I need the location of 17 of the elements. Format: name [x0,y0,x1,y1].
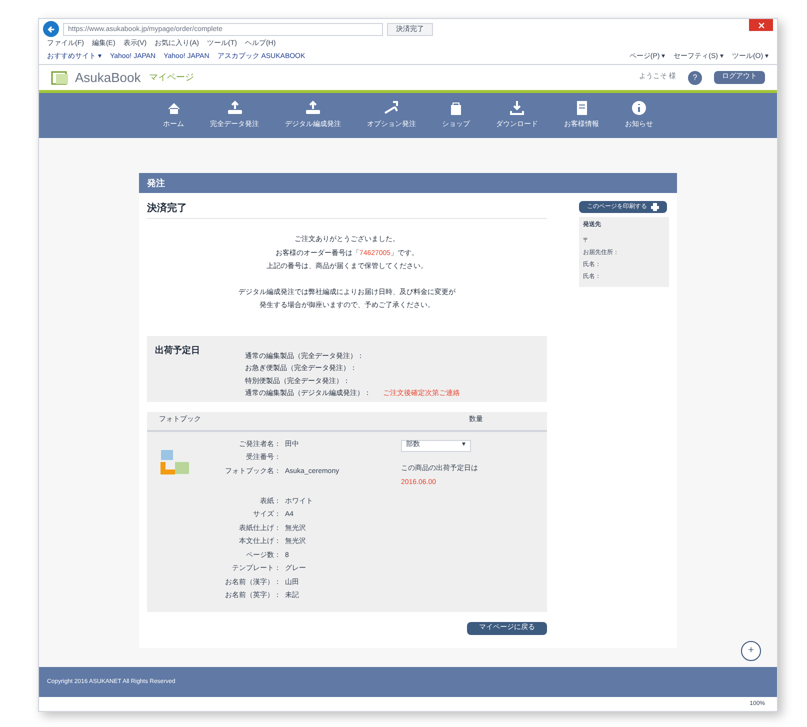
section-header: 発注 [139,173,677,193]
back-button[interactable] [43,21,59,37]
back-arrow-icon [46,24,56,34]
book-logo-icon [51,70,71,86]
upload-icon [305,100,321,116]
home-icon [166,100,182,116]
logo-text: AsukaBook [75,68,141,87]
page-title: 決済完了 [147,201,547,219]
info-icon [631,100,647,116]
download-icon [509,100,525,116]
site-subtitle: マイページ [148,70,194,84]
bag-icon [448,100,464,116]
shipping-title: 出荷予定日 [155,344,201,356]
close-button[interactable] [749,19,773,31]
upload-icon [226,100,242,116]
help-button[interactable]: ? [688,70,702,84]
close-icon [758,22,764,28]
